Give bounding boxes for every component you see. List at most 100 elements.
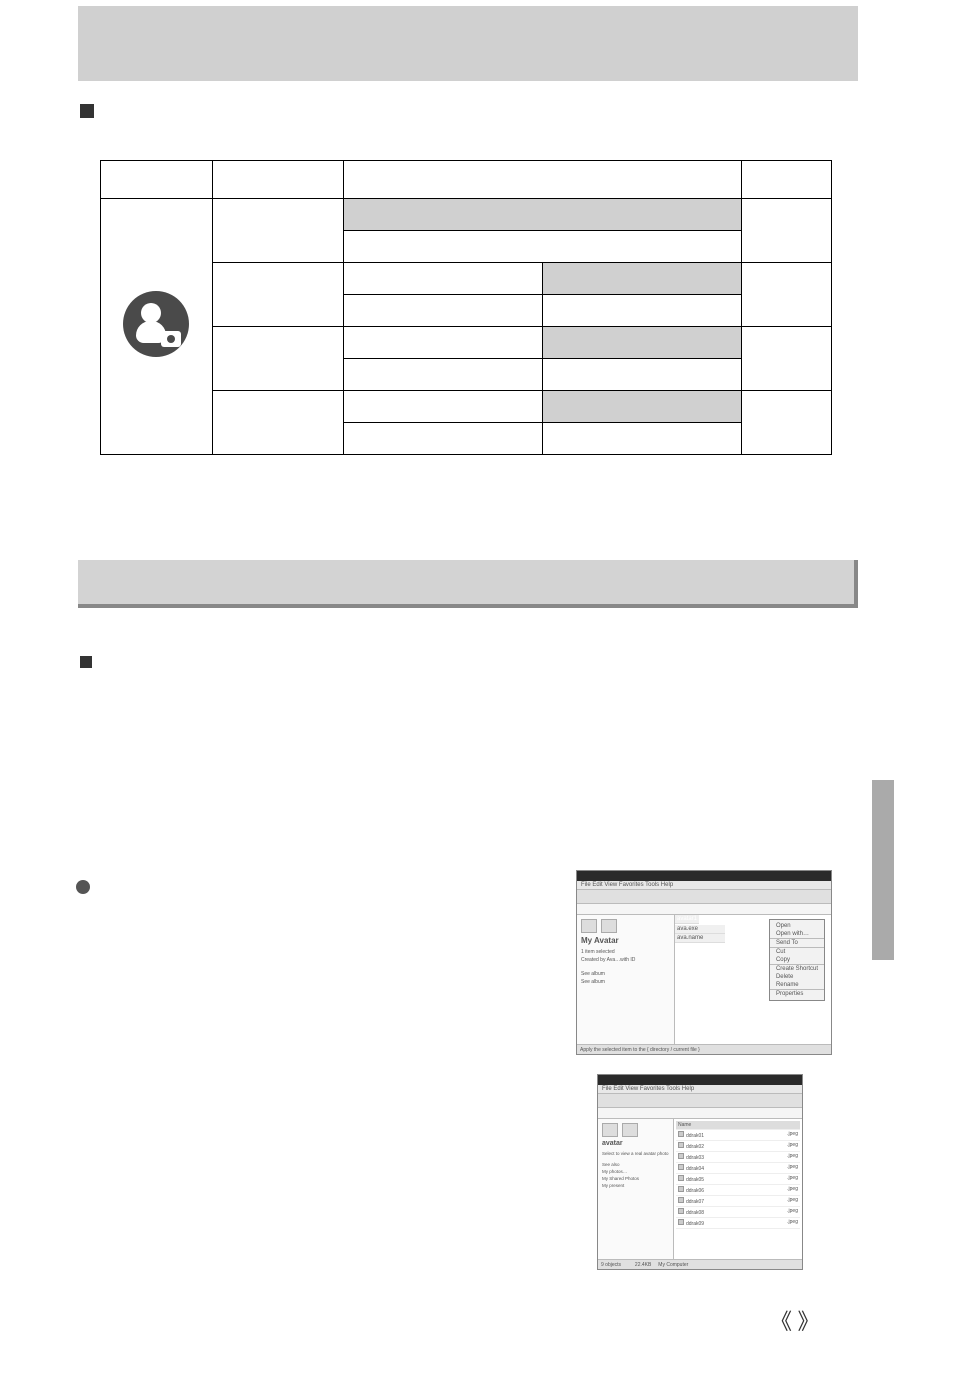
file-row[interactable]: ddrak05.jpeg bbox=[676, 1174, 800, 1185]
file-item-selected[interactable]: avatar1 bbox=[675, 915, 699, 924]
settings-table bbox=[100, 160, 832, 455]
th-category bbox=[212, 161, 343, 199]
file-item[interactable]: ava.name bbox=[675, 934, 725, 943]
category-cell-1 bbox=[212, 199, 343, 263]
window-addressbar-2[interactable] bbox=[598, 1108, 802, 1119]
file-row[interactable]: ddrak09.jpeg bbox=[676, 1218, 800, 1229]
option-cell-3b-right bbox=[543, 359, 742, 391]
context-menu[interactable]: Open Open with… Send To Cut Copy Create … bbox=[769, 919, 825, 1001]
option-cell-2b-left bbox=[344, 295, 543, 327]
explorer-window-2: File Edit View Favorites Tools Help avat… bbox=[597, 1074, 803, 1270]
status-bar-1: Apply the selected item to the { directo… bbox=[577, 1044, 831, 1054]
file-row[interactable]: ddrak03.jpeg bbox=[676, 1152, 800, 1163]
side-tab bbox=[872, 780, 894, 960]
page-cell-1 bbox=[742, 199, 832, 263]
file-row[interactable]: ddrak02.jpeg bbox=[676, 1141, 800, 1152]
file-pane-2[interactable]: Name ddrak01.jpeg ddrak02.jpeg ddrak03.j… bbox=[674, 1119, 802, 1259]
file-icon bbox=[678, 1175, 684, 1181]
option-cell-2a-left bbox=[344, 263, 543, 295]
option-cell-2b-right bbox=[543, 295, 742, 327]
column-header[interactable]: Name bbox=[676, 1121, 800, 1130]
file-icon bbox=[678, 1164, 684, 1170]
section-bullet-2 bbox=[80, 653, 104, 671]
menu-item-properties[interactable]: Properties bbox=[770, 989, 824, 998]
section-bullet-1 bbox=[80, 102, 106, 120]
option-cell-3b-left bbox=[344, 359, 543, 391]
option-cell-4a-right bbox=[543, 391, 742, 423]
menu-item-open-with[interactable]: Open with… bbox=[770, 930, 824, 938]
th-page bbox=[742, 161, 832, 199]
mode-icon-cell bbox=[101, 199, 213, 455]
window-addressbar-1[interactable] bbox=[577, 904, 831, 915]
th-option bbox=[344, 161, 742, 199]
file-row[interactable]: ddrak01.jpeg bbox=[676, 1130, 800, 1141]
folder-icon bbox=[622, 1123, 638, 1137]
file-icon bbox=[678, 1186, 684, 1192]
page-cell-3 bbox=[742, 327, 832, 391]
pane-title-2: avatar bbox=[602, 1140, 669, 1147]
category-cell-3 bbox=[212, 327, 343, 391]
page-cell-2 bbox=[742, 263, 832, 327]
menu-item-send-to[interactable]: Send To bbox=[770, 938, 824, 947]
file-icon bbox=[678, 1153, 684, 1159]
pane-line: 1 item selected bbox=[581, 949, 670, 955]
status-location: My Computer bbox=[658, 1262, 688, 1268]
col-name: Name bbox=[678, 1122, 691, 1128]
option-cell-1a bbox=[344, 199, 742, 231]
file-pane-1[interactable]: avatar1 ava.exe ava.name Open Open with…… bbox=[675, 915, 831, 1044]
person-camera-icon bbox=[123, 291, 189, 357]
pane-line: Created by Ava…with ID bbox=[581, 957, 670, 963]
pane-link[interactable]: My present bbox=[602, 1183, 669, 1188]
pane-footer-link[interactable]: See album bbox=[581, 971, 670, 977]
option-cell-3a-right bbox=[543, 327, 742, 359]
file-icon bbox=[678, 1142, 684, 1148]
window-toolbar-2[interactable] bbox=[598, 1094, 802, 1108]
option-cell-3a-left bbox=[344, 327, 543, 359]
option-cell-2a-right bbox=[543, 263, 742, 295]
option-cell-4b-right bbox=[543, 423, 742, 455]
folder-icon bbox=[601, 919, 617, 933]
page-cell-4 bbox=[742, 391, 832, 455]
menu-item-delete[interactable]: Delete bbox=[770, 973, 824, 981]
file-icon bbox=[678, 1208, 684, 1214]
file-row[interactable]: ddrak04.jpeg bbox=[676, 1163, 800, 1174]
folder-icon bbox=[581, 919, 597, 933]
pane-line: Select to view a real avatar photo bbox=[602, 1151, 669, 1156]
explorer-window-1: File Edit View Favorites Tools Help My A… bbox=[576, 870, 832, 1055]
file-icon bbox=[678, 1219, 684, 1225]
status-size: 22.4KB bbox=[635, 1262, 651, 1268]
folder-icon bbox=[602, 1123, 618, 1137]
file-icon bbox=[678, 1197, 684, 1203]
pane-link[interactable]: My photos… bbox=[602, 1169, 669, 1174]
step-bullet bbox=[76, 880, 90, 894]
menu-item-open[interactable]: Open bbox=[770, 922, 824, 930]
menu-item-create-shortcut[interactable]: Create Shortcut bbox=[770, 964, 824, 973]
option-cell-1b bbox=[344, 231, 742, 263]
file-row[interactable]: ddrak06.jpeg bbox=[676, 1185, 800, 1196]
page-number: 《 》 bbox=[770, 1304, 820, 1336]
header-band bbox=[78, 6, 858, 81]
status-bar-2: 9 objects 22.4KB My Computer bbox=[598, 1259, 802, 1269]
file-row[interactable]: ddrak07.jpeg bbox=[676, 1196, 800, 1207]
menu-item-cut[interactable]: Cut bbox=[770, 947, 824, 956]
pane-link[interactable]: My Shared Photos bbox=[602, 1176, 669, 1181]
option-cell-4a-left bbox=[344, 391, 543, 423]
left-pane-2: avatar Select to view a real avatar phot… bbox=[598, 1119, 674, 1259]
file-item[interactable]: ava.exe bbox=[675, 925, 725, 934]
pane-line: See also bbox=[602, 1162, 669, 1167]
status-objects: 9 objects bbox=[601, 1262, 621, 1268]
file-icon bbox=[678, 1131, 684, 1137]
pane-title-1: My Avatar bbox=[581, 936, 670, 945]
pane-footer-link[interactable]: See album bbox=[581, 979, 670, 985]
category-cell-2 bbox=[212, 263, 343, 327]
left-pane-1: My Avatar 1 item selected Created by Ava… bbox=[577, 915, 675, 1044]
file-row[interactable]: ddrak08.jpeg bbox=[676, 1207, 800, 1218]
menu-item-rename[interactable]: Rename bbox=[770, 981, 824, 989]
window-menubar-1[interactable]: File Edit View Favorites Tools Help bbox=[577, 881, 831, 890]
category-cell-4 bbox=[212, 391, 343, 455]
window-menubar-2[interactable]: File Edit View Favorites Tools Help bbox=[598, 1085, 802, 1094]
window-titlebar-2[interactable] bbox=[598, 1075, 802, 1085]
window-titlebar-1[interactable] bbox=[577, 871, 831, 881]
window-toolbar-1[interactable] bbox=[577, 890, 831, 904]
menu-item-copy[interactable]: Copy bbox=[770, 956, 824, 964]
